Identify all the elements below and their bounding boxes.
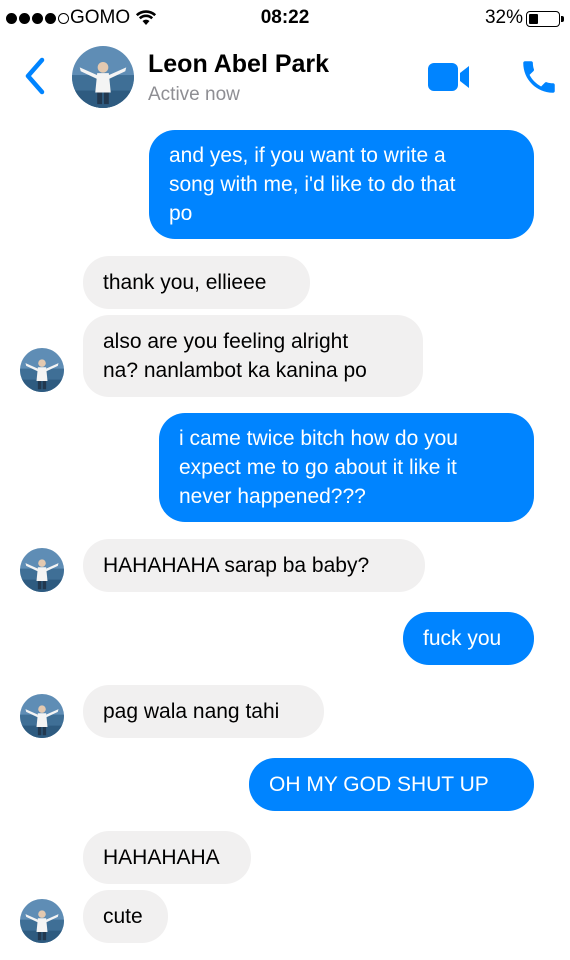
contact-name: Leon Abel Park [148, 50, 330, 78]
message-bubble-incoming[interactable]: thank you, ellieee [83, 256, 310, 309]
message-bubble-incoming[interactable]: HAHAHAHA sarap ba baby? [83, 539, 425, 592]
message-bubble-incoming[interactable]: pag wala nang tahi [83, 685, 324, 738]
avatar[interactable] [72, 46, 134, 108]
back-chevron-icon [25, 57, 45, 95]
contact-avatar[interactable] [20, 899, 64, 943]
message-bubble-outgoing[interactable]: and yes, if you want to write a song wit… [149, 130, 534, 239]
back-button[interactable] [18, 56, 52, 96]
message-bubble-incoming[interactable]: cute [83, 890, 168, 943]
active-status: Active now [148, 84, 240, 105]
battery-icon [526, 11, 564, 27]
conversation-header: Leon Abel Park Active now [0, 38, 570, 118]
battery-percentage: 32% [484, 7, 523, 28]
video-camera-icon [428, 63, 469, 91]
phone-icon [523, 61, 555, 93]
message-list[interactable]: and yes, if you want to write a song wit… [0, 118, 570, 960]
voice-call-button[interactable] [518, 56, 560, 98]
message-bubble-incoming[interactable]: HAHAHAHA [83, 831, 251, 884]
message-bubble-outgoing[interactable]: OH MY GOD SHUT UP [249, 758, 534, 811]
status-bar: GOMO 08:22 32% [0, 0, 570, 38]
contact-avatar[interactable] [20, 348, 64, 392]
message-bubble-outgoing[interactable]: i came twice bitch how do you expect me … [159, 413, 534, 522]
contact-avatar[interactable] [20, 694, 64, 738]
contact-avatar[interactable] [20, 548, 64, 592]
battery-fill [529, 14, 538, 24]
message-bubble-incoming[interactable]: also are you feeling alright na? nanlamb… [83, 315, 423, 397]
message-bubble-outgoing[interactable]: fuck you [403, 612, 534, 665]
video-call-button[interactable] [426, 60, 472, 94]
